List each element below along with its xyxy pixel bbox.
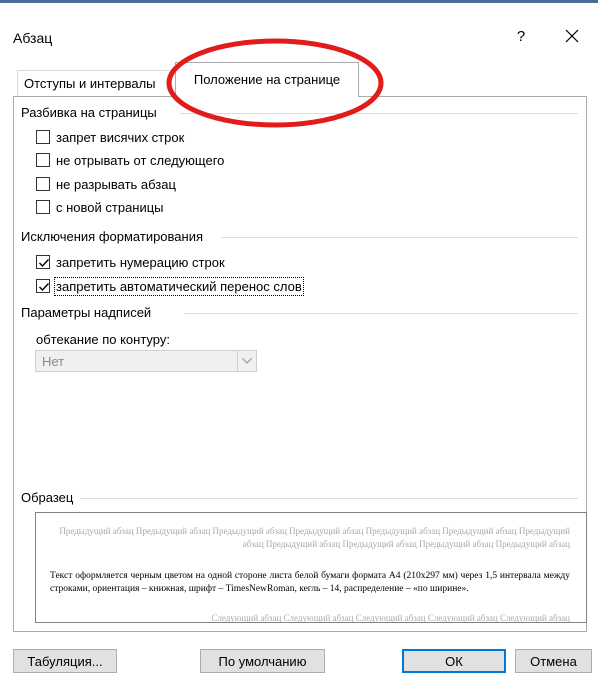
tab-line-page-breaks[interactable]: Положение на странице	[175, 62, 359, 97]
tab-indents-spacing[interactable]: Отступы и интервалы	[17, 70, 183, 97]
tight-wrap-label: обтекание по контуру:	[36, 332, 170, 347]
help-button[interactable]: ?	[509, 26, 533, 48]
chevron-down-icon	[242, 358, 252, 364]
checkbox-box[interactable]	[36, 177, 50, 191]
checkbox-label: не разрывать абзац	[56, 176, 176, 192]
dialog-title: Абзац	[13, 30, 53, 46]
suppress-line-numbers-checkbox[interactable]: запретить нумерацию строк	[36, 253, 225, 271]
checkbox-label: запрет висячих строк	[56, 129, 185, 145]
close-icon	[565, 29, 579, 43]
section-divider	[184, 313, 578, 314]
window-top-border	[0, 0, 598, 3]
checkbox-box[interactable]	[36, 200, 50, 214]
ok-button[interactable]: ОК	[402, 649, 506, 673]
preview-box: Предыдущий абзац Предыдущий абзац Предыд…	[35, 512, 587, 623]
tight-wrap-value: Нет	[42, 354, 65, 369]
dont-hyphenate-checkbox[interactable]: запретить автоматический перенос слов	[36, 276, 304, 296]
checkbox-label: запретить нумерацию строк	[56, 254, 225, 270]
checkmark-icon	[39, 259, 50, 268]
tabs-button[interactable]: Табуляция...	[13, 649, 117, 673]
pagination-section-title: Разбивка на страницы	[21, 105, 157, 120]
preview-section-title: Образец	[21, 490, 74, 505]
checkbox-label: не отрывать от следующего	[56, 152, 225, 168]
formatting-exceptions-section-title: Исключения форматирования	[21, 229, 204, 244]
section-divider	[80, 498, 578, 499]
preview-next-paragraph: Следующий абзац Следующий абзац Следующи…	[211, 613, 570, 623]
checkbox-label: запретить автоматический перенос слов	[54, 276, 304, 296]
checkbox-box[interactable]	[36, 279, 50, 293]
checkbox-box[interactable]	[36, 130, 50, 144]
keep-lines-together-checkbox[interactable]: не разрывать абзац	[36, 175, 176, 193]
page-break-before-checkbox[interactable]: с новой страницы	[36, 198, 164, 216]
checkbox-box[interactable]	[36, 153, 50, 167]
preview-previous-paragraph: Предыдущий абзац Предыдущий абзац Предыд…	[59, 526, 570, 549]
cancel-button[interactable]: Отмена	[515, 649, 592, 673]
checkbox-box[interactable]	[36, 255, 50, 269]
section-divider	[180, 113, 578, 114]
tight-wrap-select[interactable]: Нет	[35, 350, 257, 372]
set-as-default-button[interactable]: По умолчанию	[200, 649, 325, 673]
dropdown-button[interactable]	[237, 351, 256, 371]
section-divider	[221, 237, 578, 238]
close-button[interactable]	[559, 24, 585, 48]
widow-control-checkbox[interactable]: запрет висячих строк	[36, 128, 184, 146]
checkbox-label: с новой страницы	[56, 199, 164, 215]
checkmark-icon	[39, 283, 50, 292]
textbox-options-section-title: Параметры надписей	[21, 305, 152, 320]
preview-current-paragraph: Текст оформляется черным цветом на одной…	[50, 571, 570, 594]
keep-with-next-checkbox[interactable]: не отрывать от следующего	[36, 151, 224, 169]
